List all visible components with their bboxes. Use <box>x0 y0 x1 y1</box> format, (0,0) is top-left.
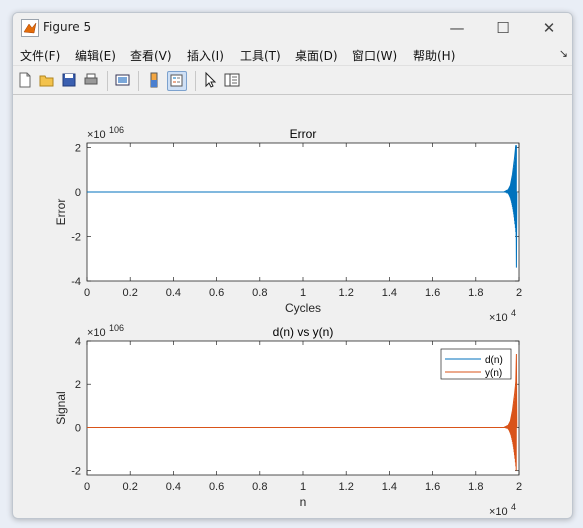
insert-legend-icon[interactable] <box>167 71 187 91</box>
maximize-button[interactable]: ☐ <box>491 17 515 39</box>
legend-entry: d(n) <box>485 355 503 366</box>
chart-title: d(n) vs y(n) <box>273 325 334 339</box>
x-tick-label: 1 <box>300 287 306 299</box>
x-tick-label: 0 <box>84 287 90 299</box>
menu-edit[interactable]: 编辑(E) <box>75 47 116 64</box>
y-tick-label: -4 <box>71 276 81 288</box>
x-exponent-label: ×10 <box>489 312 508 324</box>
insert-colorbar-icon[interactable] <box>145 71 163 89</box>
menu-desktop[interactable]: 桌面(D) <box>295 47 338 64</box>
dock-arrow-icon[interactable]: ↘ <box>559 47 568 60</box>
toolbar <box>13 66 572 95</box>
minimize-button[interactable]: — <box>445 17 469 39</box>
x-tick-label: 0.4 <box>166 481 181 493</box>
y-tick-label: 4 <box>75 336 81 348</box>
y-exponent-label: ×10 <box>87 129 106 141</box>
x-axis-label: Cycles <box>285 301 321 315</box>
x-tick-label: 1.4 <box>382 481 397 493</box>
menu-help[interactable]: 帮助(H) <box>413 47 455 64</box>
close-button[interactable]: ✕ <box>537 17 561 39</box>
y-exponent-power: 106 <box>109 125 124 135</box>
x-tick-label: 0.2 <box>123 287 138 299</box>
figure-window: Figure 5 — ☐ ✕ 文件(F) 编辑(E) 查看(V) 插入(I) 工… <box>12 12 573 519</box>
x-exponent-power: 4 <box>511 502 516 512</box>
x-tick-label: 1.8 <box>468 287 483 299</box>
menu-tools[interactable]: 工具(T) <box>240 47 281 64</box>
x-tick-label: 0.6 <box>209 481 224 493</box>
property-editor-icon[interactable] <box>223 71 241 89</box>
matlab-app-icon <box>21 19 39 37</box>
x-tick-label: 0.6 <box>209 287 224 299</box>
menu-bar: 文件(F) 编辑(E) 查看(V) 插入(I) 工具(T) 桌面(D) 窗口(W… <box>13 43 572 66</box>
x-tick-label: 1 <box>300 481 306 493</box>
x-exponent-label: ×10 <box>489 506 508 518</box>
title-bar: Figure 5 — ☐ ✕ <box>13 13 572 43</box>
y-tick-label: -2 <box>71 466 81 478</box>
menu-insert[interactable]: 插入(I) <box>187 47 224 64</box>
x-tick-label: 0 <box>84 481 90 493</box>
y-tick-label: 0 <box>75 187 81 199</box>
x-tick-label: 1.2 <box>339 481 354 493</box>
x-exponent-power: 4 <box>511 308 516 318</box>
figure-canvas: 0 0.2 0.4 0.6 0.8 1 1.2 1.4 1.6 1.8 2 2 0 -2 -4 Error Cy… <box>14 95 571 518</box>
open-icon[interactable] <box>38 71 56 89</box>
toolbar-separator <box>107 71 108 91</box>
print-icon[interactable] <box>82 71 100 89</box>
new-figure-icon[interactable] <box>16 71 34 89</box>
x-tick-label: 1.6 <box>425 481 440 493</box>
link-icon[interactable] <box>114 71 132 89</box>
toolbar-separator <box>195 71 196 91</box>
y-tick-label: -2 <box>71 231 81 243</box>
x-tick-label: 1.8 <box>468 481 483 493</box>
pointer-icon[interactable] <box>201 71 219 89</box>
chart-title: Error <box>290 127 317 141</box>
y-tick-label: 0 <box>75 422 81 434</box>
x-tick-label: 1.2 <box>339 287 354 299</box>
save-icon[interactable] <box>60 71 78 89</box>
plots-svg: 0 0.2 0.4 0.6 0.8 1 1.2 1.4 1.6 1.8 220-2-4ErrorCy… <box>54 125 522 518</box>
x-axis-label: n <box>300 495 307 509</box>
menu-file[interactable]: 文件(F) <box>20 47 60 64</box>
x-tick-label: 2 <box>516 481 522 493</box>
toolbar-separator <box>138 71 139 91</box>
y-exponent-power: 106 <box>109 323 124 333</box>
legend-entry: y(n) <box>485 368 502 379</box>
x-tick-label: 1.4 <box>382 287 397 299</box>
x-tick-label: 0.2 <box>123 481 138 493</box>
plot-area <box>86 142 520 282</box>
menu-window[interactable]: 窗口(W) <box>352 47 397 64</box>
x-tick-label: 0.8 <box>252 287 267 299</box>
menu-view[interactable]: 查看(V) <box>130 47 172 64</box>
x-tick-label: 2 <box>516 287 522 299</box>
y-axis-label: Error <box>54 199 68 226</box>
y-tick-label: 2 <box>75 379 81 391</box>
y-axis-label: Signal <box>54 391 68 424</box>
x-tick-label: 0.8 <box>252 481 267 493</box>
y-exponent-label: ×10 <box>87 327 106 339</box>
window-title: Figure 5 <box>43 20 92 34</box>
x-tick-label: 1.6 <box>425 287 440 299</box>
x-tick-label: 0.4 <box>166 287 181 299</box>
y-tick-label: 2 <box>75 142 81 154</box>
